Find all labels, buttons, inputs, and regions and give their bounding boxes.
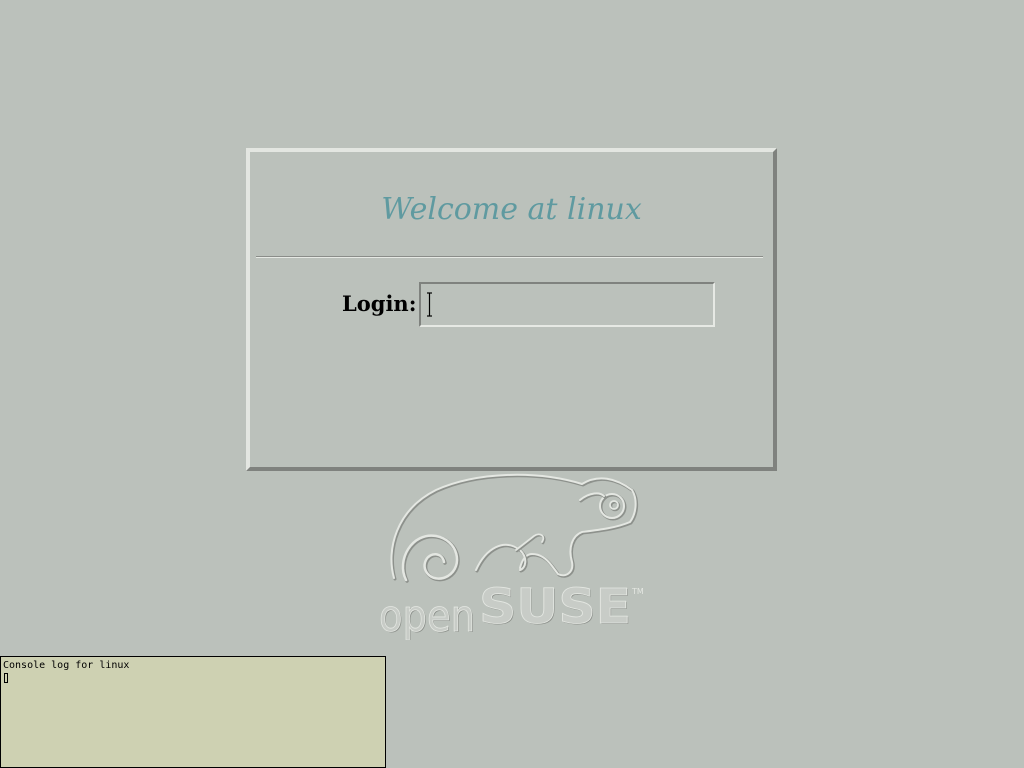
login-input[interactable] <box>419 282 715 327</box>
greeting-title: Welcome at linux <box>381 192 642 227</box>
opensuse-logo: open open SUSE SUSE TM <box>379 473 644 640</box>
opensuse-wordmark: open open SUSE SUSE TM <box>379 579 644 640</box>
svg-text:open: open <box>379 591 475 640</box>
text-cursor-icon <box>427 292 432 317</box>
svg-text:SUSE: SUSE <box>479 579 631 635</box>
console-cursor <box>4 673 8 683</box>
separator <box>256 256 763 258</box>
login-row: Login: <box>250 282 773 327</box>
console-log-window[interactable]: Console log for linux <box>0 656 386 768</box>
login-screen: Welcome at linux Login: open open SUSE S… <box>0 0 1024 768</box>
svg-text:TM: TM <box>631 587 644 596</box>
console-title: Console log for linux <box>3 660 130 671</box>
login-label: Login: <box>342 291 417 316</box>
login-dialog: Welcome at linux Login: <box>246 148 777 471</box>
chameleon-icon <box>390 473 639 583</box>
